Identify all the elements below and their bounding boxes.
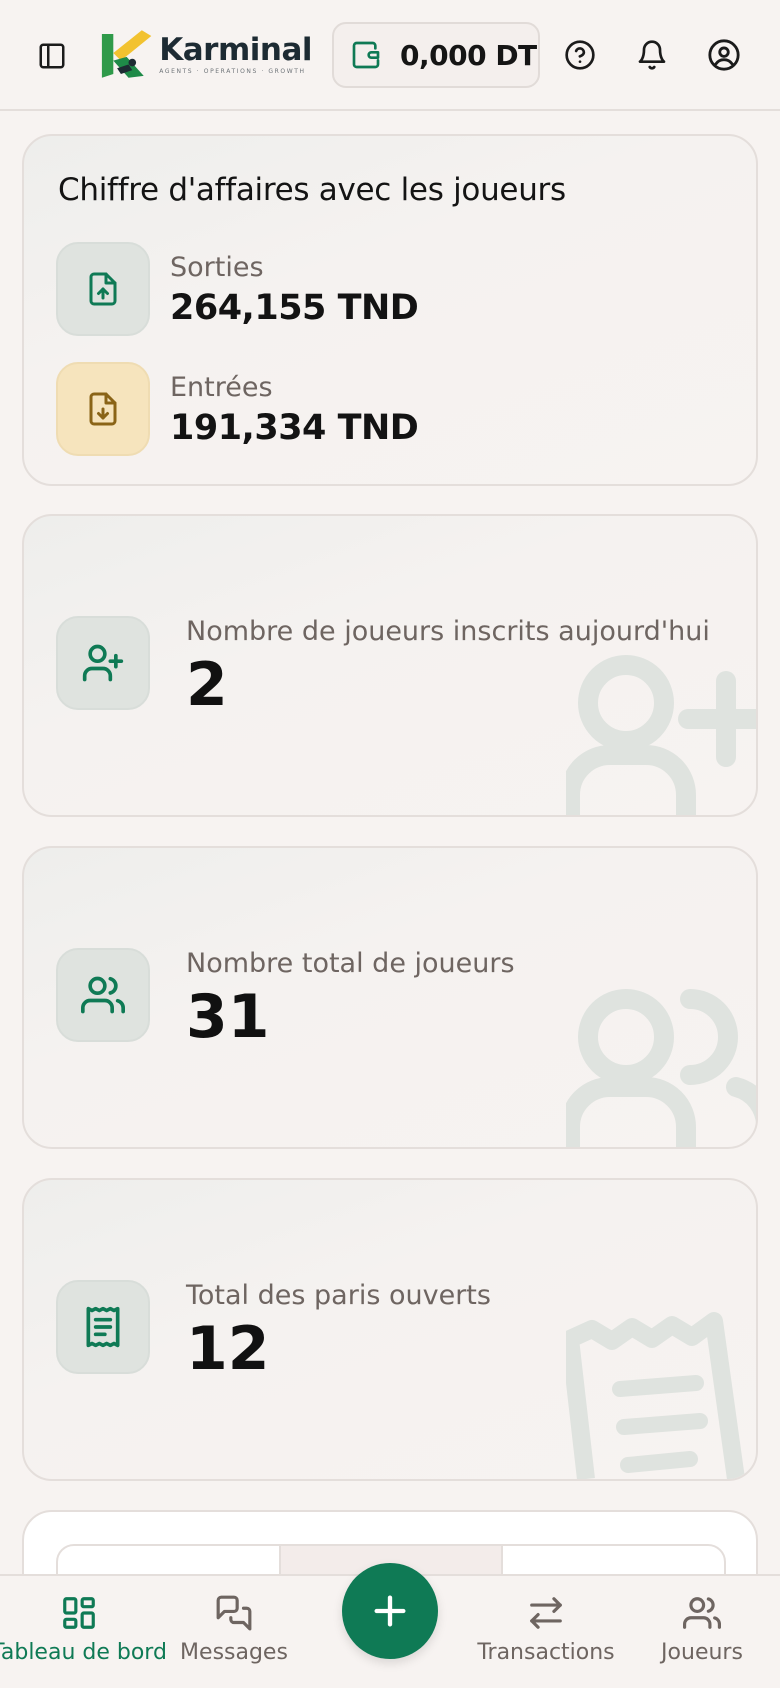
plus-icon — [374, 1595, 406, 1627]
help-button[interactable] — [559, 34, 601, 76]
receipt-watermark-icon — [566, 1312, 745, 1479]
sidebar-toggle-button[interactable] — [32, 36, 72, 76]
users-watermark-icon — [566, 989, 756, 1147]
wallet-icon — [352, 41, 380, 69]
arrows-icon — [530, 1597, 562, 1629]
total-players-card[interactable]: Nombre total de joueurs 31 — [22, 846, 758, 1149]
total-players-icon-box — [56, 948, 150, 1042]
registered-today-icon-box — [56, 616, 150, 710]
download-icon — [89, 392, 117, 426]
account-button[interactable] — [703, 34, 745, 76]
total-players-value: 31 — [186, 982, 270, 1052]
nav-label-messages: Messages — [180, 1640, 288, 1665]
inflows-label: Entrées — [170, 372, 273, 403]
user-plus-icon — [82, 644, 124, 682]
nav-item-transactions[interactable]: Transactions — [472, 1594, 620, 1665]
registered-today-label: Nombre de joueurs inscrits aujourd'hui — [186, 616, 710, 647]
revenue-title: Chiffre d'affaires avec les joueurs — [58, 172, 566, 208]
bell-icon — [638, 40, 666, 70]
nav-item-dashboard[interactable]: Tableau de bord — [0, 1594, 167, 1665]
grid-icon — [63, 1597, 95, 1629]
upload-icon — [89, 272, 117, 306]
nav-label-dashboard: Tableau de bord — [0, 1640, 167, 1665]
sidebar-icon — [39, 43, 65, 69]
inflows-value: 191,334 TND — [170, 408, 419, 448]
logo-mark-icon — [101, 30, 152, 78]
outflows-icon-box — [56, 242, 150, 336]
add-button[interactable] — [342, 1563, 438, 1659]
outflows-label: Sorties — [170, 252, 264, 283]
wallet-amount: 0,000 DT — [400, 38, 537, 72]
open-bets-icon-box — [56, 1280, 150, 1374]
logo-name: Karminal — [159, 31, 312, 68]
user-icon — [708, 39, 740, 71]
nav-item-players[interactable]: Joueurs — [650, 1594, 754, 1665]
registered-today-value: 2 — [186, 650, 228, 720]
total-players-label: Nombre total de joueurs — [186, 948, 515, 979]
inflows-icon-box — [56, 362, 150, 456]
open-bets-label: Total des paris ouverts — [186, 1280, 491, 1311]
revenue-card: Chiffre d'affaires avec les joueurs Sort… — [22, 134, 758, 486]
open-bets-card[interactable]: Total des paris ouverts 12 — [22, 1178, 758, 1481]
help-icon — [565, 40, 595, 70]
nav-label-players: Joueurs — [661, 1640, 743, 1665]
messages-icon — [216, 1595, 252, 1631]
top-header: Karminal AGENTS · OPERATIONS · GROWTH 0,… — [0, 0, 780, 111]
wallet-balance-button[interactable]: 0,000 DT — [332, 22, 540, 88]
nav-item-messages[interactable]: Messages — [172, 1594, 296, 1665]
open-bets-value: 12 — [186, 1314, 270, 1384]
registered-today-card[interactable]: Nombre de joueurs inscrits aujourd'hui 2 — [22, 514, 758, 817]
logo-tagline: AGENTS · OPERATIONS · GROWTH — [159, 67, 306, 75]
outflows-value: 264,155 TND — [170, 288, 419, 328]
user-plus-watermark-icon — [566, 655, 756, 815]
notifications-button[interactable] — [631, 34, 673, 76]
users-icon — [81, 976, 125, 1014]
nav-label-transactions: Transactions — [477, 1640, 615, 1665]
brand-logo[interactable]: Karminal AGENTS · OPERATIONS · GROWTH — [100, 26, 312, 82]
receipt-icon — [86, 1306, 120, 1348]
players-icon — [683, 1597, 721, 1629]
